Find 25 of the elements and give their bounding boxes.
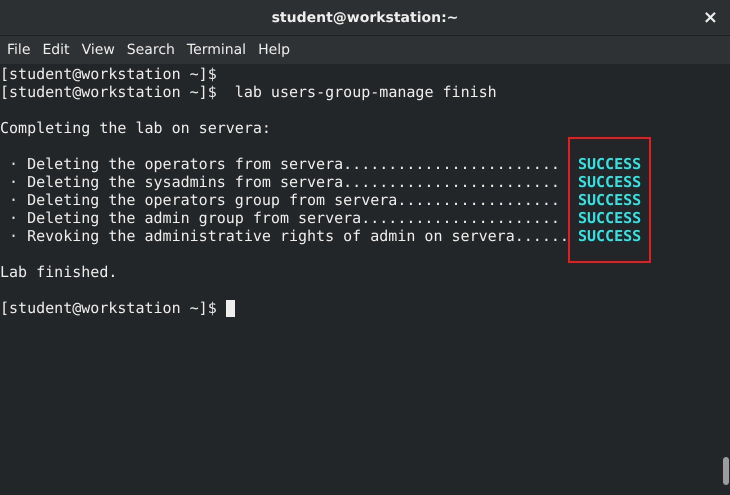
scrollbar-thumb[interactable] bbox=[723, 457, 729, 485]
status-text: SUCCESS bbox=[578, 191, 642, 209]
menu-item[interactable]: View bbox=[76, 42, 120, 58]
status-text: SUCCESS bbox=[578, 173, 642, 191]
menu-item[interactable]: Terminal bbox=[182, 42, 252, 58]
task-text: · Deleting the sysadmins from servera........................ bbox=[9, 173, 560, 191]
menu-item[interactable]: Search bbox=[122, 42, 180, 58]
status-text: SUCCESS bbox=[578, 155, 642, 173]
task-text: · Deleting the operators group from servera.................. bbox=[9, 191, 560, 209]
status-text: SUCCESS bbox=[578, 209, 642, 227]
menu-item[interactable]: Edit bbox=[37, 42, 75, 58]
window-title: student@workstation:~ bbox=[272, 10, 458, 26]
menu-item[interactable]: Help bbox=[253, 42, 295, 58]
command-text: lab users-group-manage finish bbox=[234, 83, 497, 101]
prompt-text: [student@workstation ~]$ bbox=[0, 65, 217, 83]
output-text: Lab finished. bbox=[0, 263, 118, 281]
menu-item[interactable]: File bbox=[2, 42, 36, 58]
task-text: · Deleting the admin group from servera...................... bbox=[9, 209, 560, 227]
task-text: · Revoking the administrative rights of admin on servera...... bbox=[9, 227, 569, 245]
close-button[interactable]: × bbox=[698, 7, 722, 28]
output-text: Completing the lab on servera: bbox=[0, 119, 271, 137]
prompt-text: [student@workstation ~]$ bbox=[0, 83, 217, 101]
status-text: SUCCESS bbox=[578, 227, 642, 245]
task-text: · Deleting the operators from servera........................ bbox=[9, 155, 560, 173]
prompt-text: [student@workstation ~]$ bbox=[0, 299, 217, 317]
